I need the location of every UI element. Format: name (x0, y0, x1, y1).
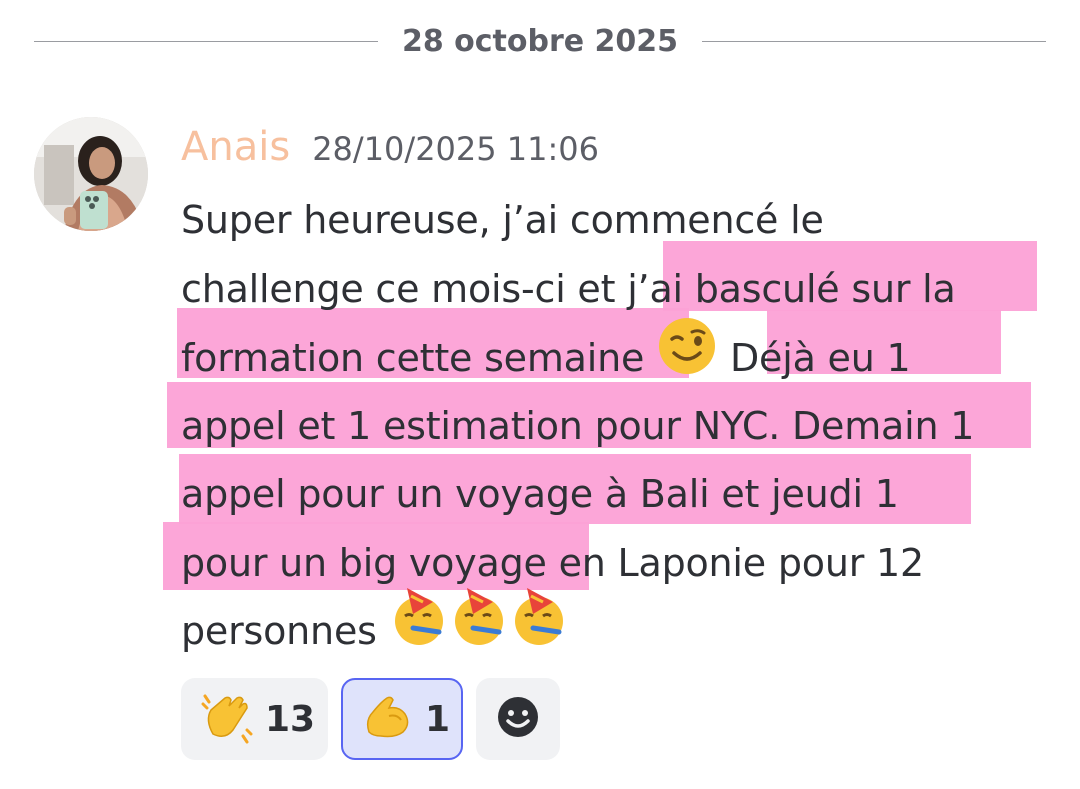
highlighted-text: appel pour un voyage à Bali et jeudi 1 (181, 472, 899, 516)
reaction-clap-button[interactable]: 13 (181, 678, 328, 760)
message-line: appel et 1 estimation pour NYC. Demain 1 (181, 392, 1051, 461)
clapping-hands-icon (199, 690, 253, 749)
winking-face-emoji-icon (656, 318, 718, 399)
line-text: en Laponie pour 12 (546, 540, 925, 585)
highlighted-text: appel et 1 estimation pour NYC. Demain 1 (181, 403, 975, 448)
reaction-count: 1 (425, 698, 451, 740)
date-divider: 28 octobre 2025 (34, 18, 1046, 64)
line-text: personnes (181, 609, 377, 653)
divider-line-right (702, 40, 1046, 42)
divider-line-left (34, 40, 378, 42)
message-header: Anais 28/10/2025 11:06 (181, 124, 599, 180)
message-line: appel pour un voyage à Bali et jeudi 1 (181, 460, 1051, 529)
message-line: challenge ce mois-ci et j’ai basculé sur… (181, 255, 1051, 324)
chat-view: 28 octobre 2025 Anais 28/10/2025 11:06 S… (0, 0, 1080, 789)
highlighted-text: formation cette semaine (181, 336, 645, 381)
line-text: Super heureuse, j’ai commencé le (181, 198, 824, 242)
divider-date: 28 octobre 2025 (401, 23, 679, 59)
line-text: challenge ce mois-ci et (181, 266, 628, 311)
add-reaction-button[interactable] (476, 678, 560, 760)
message-text: Super heureuse, j’ai commencé le challen… (163, 186, 1051, 666)
highlighted-text: j’ai basculé sur la (627, 266, 956, 311)
message-timestamp: 28/10/2025 11:06 (312, 130, 600, 168)
message-line: personnes (181, 587, 1051, 666)
author-name[interactable]: Anais (181, 124, 290, 170)
avatar[interactable] (34, 117, 148, 231)
message-line: pour un big voyage en Laponie pour 12 (181, 529, 1051, 598)
message-line: Super heureuse, j’ai commencé le (181, 186, 1051, 255)
message-line: formation cette semaine Déjà eu 1 (181, 318, 1051, 392)
partying-face-emoji-icon (389, 587, 569, 670)
highlighted-text: Déjà eu 1 (729, 336, 911, 381)
reaction-count: 13 (265, 698, 316, 740)
reaction-flex-button[interactable]: 1 (341, 678, 463, 760)
highlighted-text: pour un big voyage (181, 540, 547, 585)
reactions-bar: 13 1 (181, 678, 560, 760)
flexed-biceps-icon (359, 690, 413, 749)
smiley-add-reaction-icon (496, 695, 540, 744)
